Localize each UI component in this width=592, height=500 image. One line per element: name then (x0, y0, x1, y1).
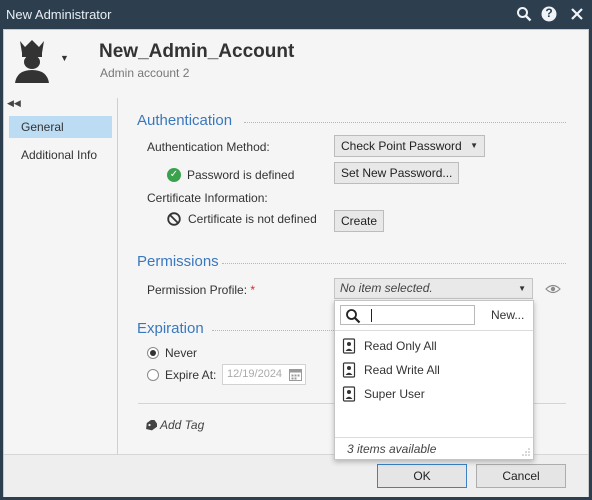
chevron-down-icon: ▼ (470, 141, 478, 150)
expire-date-value: 12/19/2024 (227, 368, 283, 380)
password-status: Password is defined (187, 168, 295, 182)
section-title-authentication: Authentication (137, 112, 233, 129)
dropdown-item-label: Super User (364, 387, 425, 401)
section-title-expiration: Expiration (137, 320, 204, 337)
calendar-icon[interactable] (289, 368, 302, 381)
tag-icon (146, 420, 157, 431)
search-icon[interactable] (513, 3, 535, 25)
permission-profile-value: No item selected. (340, 281, 433, 295)
dropdown-item-label: Read Write All (364, 363, 440, 377)
resize-grip-icon[interactable] (522, 448, 530, 456)
auth-method-value: Check Point Password (341, 139, 462, 153)
admin-crown-icon[interactable] (11, 39, 53, 83)
ok-button[interactable]: OK (377, 464, 467, 488)
auth-method-label: Authentication Method: (147, 140, 270, 154)
expiration-expire-at-radio[interactable] (147, 369, 159, 381)
expire-date-field[interactable]: 12/19/2024 (222, 364, 306, 385)
window-title: New Administrator (6, 7, 112, 22)
certificate-label: Certificate Information: (147, 191, 268, 205)
permission-profile-text: Permission Profile: (147, 283, 248, 297)
create-certificate-button[interactable]: Create (334, 210, 385, 232)
permission-profile-select[interactable]: No item selected. ▼ (334, 278, 533, 299)
nav-item-label: General (21, 120, 64, 134)
expiration-expire-at-label: Expire At: (165, 368, 217, 382)
permission-profile-label: Permission Profile: * (147, 283, 255, 297)
object-name[interactable]: New_Admin_Account (99, 41, 294, 63)
nav-divider (117, 98, 118, 454)
section-title-permissions: Permissions (137, 253, 219, 270)
object-header: ▼ New_Admin_Account Admin account 2 (4, 30, 588, 89)
object-comment[interactable]: Admin account 2 (100, 66, 189, 80)
dropdown-divider (335, 437, 533, 438)
set-new-password-button[interactable]: Set New Password... (334, 162, 460, 184)
dropdown-item-read-write-all[interactable]: Read Write All (335, 359, 533, 381)
dialog-footer: OK Cancel (4, 454, 588, 497)
dropdown-item-super-user[interactable]: Super User (335, 383, 533, 405)
nav-item-additional-info[interactable]: Additional Info (9, 144, 112, 166)
avatar-menu-caret[interactable]: ▼ (60, 53, 69, 63)
new-profile-link[interactable]: New... (491, 308, 524, 322)
nav-item-label: Additional Info (21, 148, 98, 162)
dropdown-search-input[interactable] (340, 305, 475, 325)
section-rule (244, 122, 566, 123)
text-cursor (371, 309, 372, 322)
check-circle-icon: ✓ (167, 168, 181, 182)
profile-icon (342, 338, 356, 354)
auth-method-select[interactable]: Check Point Password ▼ (334, 135, 485, 157)
close-icon[interactable] (566, 3, 588, 25)
expiration-never-radio[interactable] (147, 347, 159, 359)
section-rule (222, 263, 566, 264)
items-available-count: 3 items available (347, 442, 437, 456)
dropdown-divider (335, 330, 533, 331)
nav-item-general[interactable]: General (9, 116, 112, 138)
help-icon[interactable]: ? (538, 3, 560, 25)
help-icon-glyph: ? (545, 6, 553, 20)
dialog-body: ▼ New_Admin_Account Admin account 2 ◀◀ G… (3, 29, 589, 497)
dropdown-item-label: Read Only All (364, 339, 437, 353)
profile-icon (342, 362, 356, 378)
profile-icon (342, 386, 356, 402)
dropdown-item-read-only-all[interactable]: Read Only All (335, 335, 533, 357)
permission-profile-dropdown: New... Read Only All Read Write All Supe… (334, 300, 534, 460)
section-rule (212, 330, 334, 331)
collapse-nav-icon[interactable]: ◀◀ (7, 98, 21, 109)
cancel-button[interactable]: Cancel (476, 464, 566, 488)
window-titlebar: New Administrator ? (0, 0, 592, 29)
certificate-status: Certificate is not defined (188, 212, 317, 226)
required-marker: * (250, 283, 256, 297)
expiration-never-label: Never (165, 346, 198, 360)
eye-icon[interactable] (545, 283, 561, 295)
search-icon (346, 309, 361, 324)
chevron-down-icon: ▼ (518, 284, 526, 293)
not-defined-icon (167, 212, 181, 226)
add-tag-link[interactable]: Add Tag (160, 418, 204, 432)
